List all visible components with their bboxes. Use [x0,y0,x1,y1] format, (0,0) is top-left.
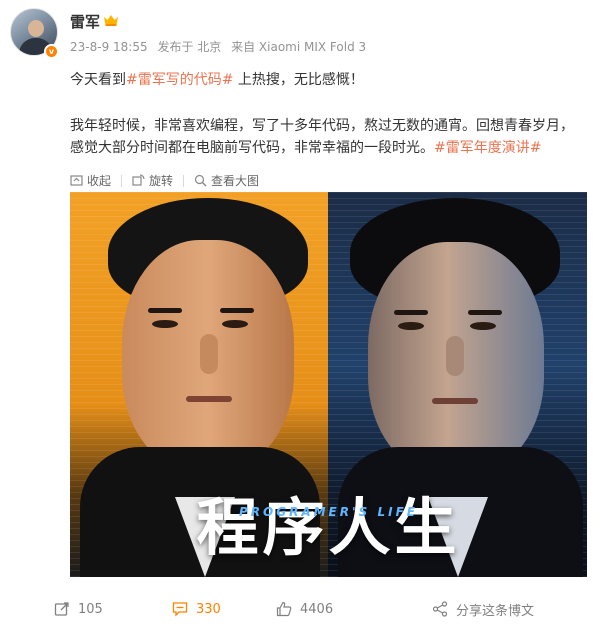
poster-subtitle: PROGRAMER'S LIFE [239,505,418,519]
comment-button[interactable]: 330 [172,601,221,617]
text-span: 上热搜，无比感慨！ [233,72,364,88]
share-icon [432,601,448,617]
repost-icon [54,602,69,616]
post-image[interactable]: 程序人生 PROGRAMER'S LIFE [70,192,587,577]
eye [152,320,178,328]
share-button[interactable]: 分享这条博文 [432,600,534,619]
eye [222,320,248,328]
poster-title: 程序人生 [196,491,461,564]
text-span: 今天看到 [70,72,126,88]
rotate-button[interactable]: 旋转 [132,172,173,189]
post-text-line-2: 我年轻时候，非常喜欢编程，写了十多年代码，熬过无数的通宵。回想青春岁月， [70,118,574,134]
brow [468,310,502,315]
post-location: 发布于 北京 [157,40,222,54]
post-text-line-3: 感觉大部分时间都在电脑前写代码，非常幸福的一段时光。#雷军年度演讲# [70,137,590,159]
rotate-label: 旋转 [149,174,174,188]
collapse-button[interactable]: 收起 [70,172,111,189]
magnify-icon [194,174,207,187]
view-large-label: 查看大图 [211,174,260,188]
brow [394,310,428,315]
brow [148,308,182,313]
comment-icon [172,602,188,617]
mouth [186,396,232,402]
post-device: 来自 Xiaomi MIX Fold 3 [231,40,367,54]
like-button[interactable]: 4406 [276,601,333,617]
view-large-button[interactable]: 查看大图 [194,172,259,189]
topic-link-lei-code[interactable]: #雷军写的代码# [126,72,233,88]
nose [200,334,218,374]
brow [220,308,254,313]
eye [398,322,424,330]
eye [470,322,496,330]
comment-count: 330 [196,601,221,617]
divider [121,175,123,187]
rotate-icon [132,174,145,186]
post-meta: 23-8-9 18:55 发布于 北京 来自 Xiaomi MIX Fold 3 [70,38,372,55]
mouth [432,398,478,404]
avatar-head [28,20,44,37]
share-label: 分享这条博文 [456,603,535,619]
verified-badge-icon: v [44,44,59,59]
nose [446,336,464,376]
topic-link-annual-speech[interactable]: #雷军年度演讲# [434,140,541,156]
text-span: 感觉大部分时间都在电脑前写代码，非常幸福的一段时光。 [70,140,434,156]
post-date[interactable]: 23-8-9 18:55 [70,40,148,54]
repost-button[interactable]: 105 [54,601,103,617]
post-action-bar: 105 330 4406 分享这条博文 [0,594,600,624]
collapse-label: 收起 [87,174,112,188]
thumbs-up-icon [276,601,292,617]
repost-count: 105 [78,601,103,617]
post-text-line-1: 今天看到#雷军写的代码# 上热搜，无比感慨！ [70,69,590,91]
user-name[interactable]: 雷军 [70,11,100,32]
image-toolbar: 收起 旋转 查看大图 [70,172,259,189]
like-count: 4406 [300,601,334,617]
collapse-icon [70,175,83,186]
crown-icon [104,15,118,26]
divider [183,175,185,187]
